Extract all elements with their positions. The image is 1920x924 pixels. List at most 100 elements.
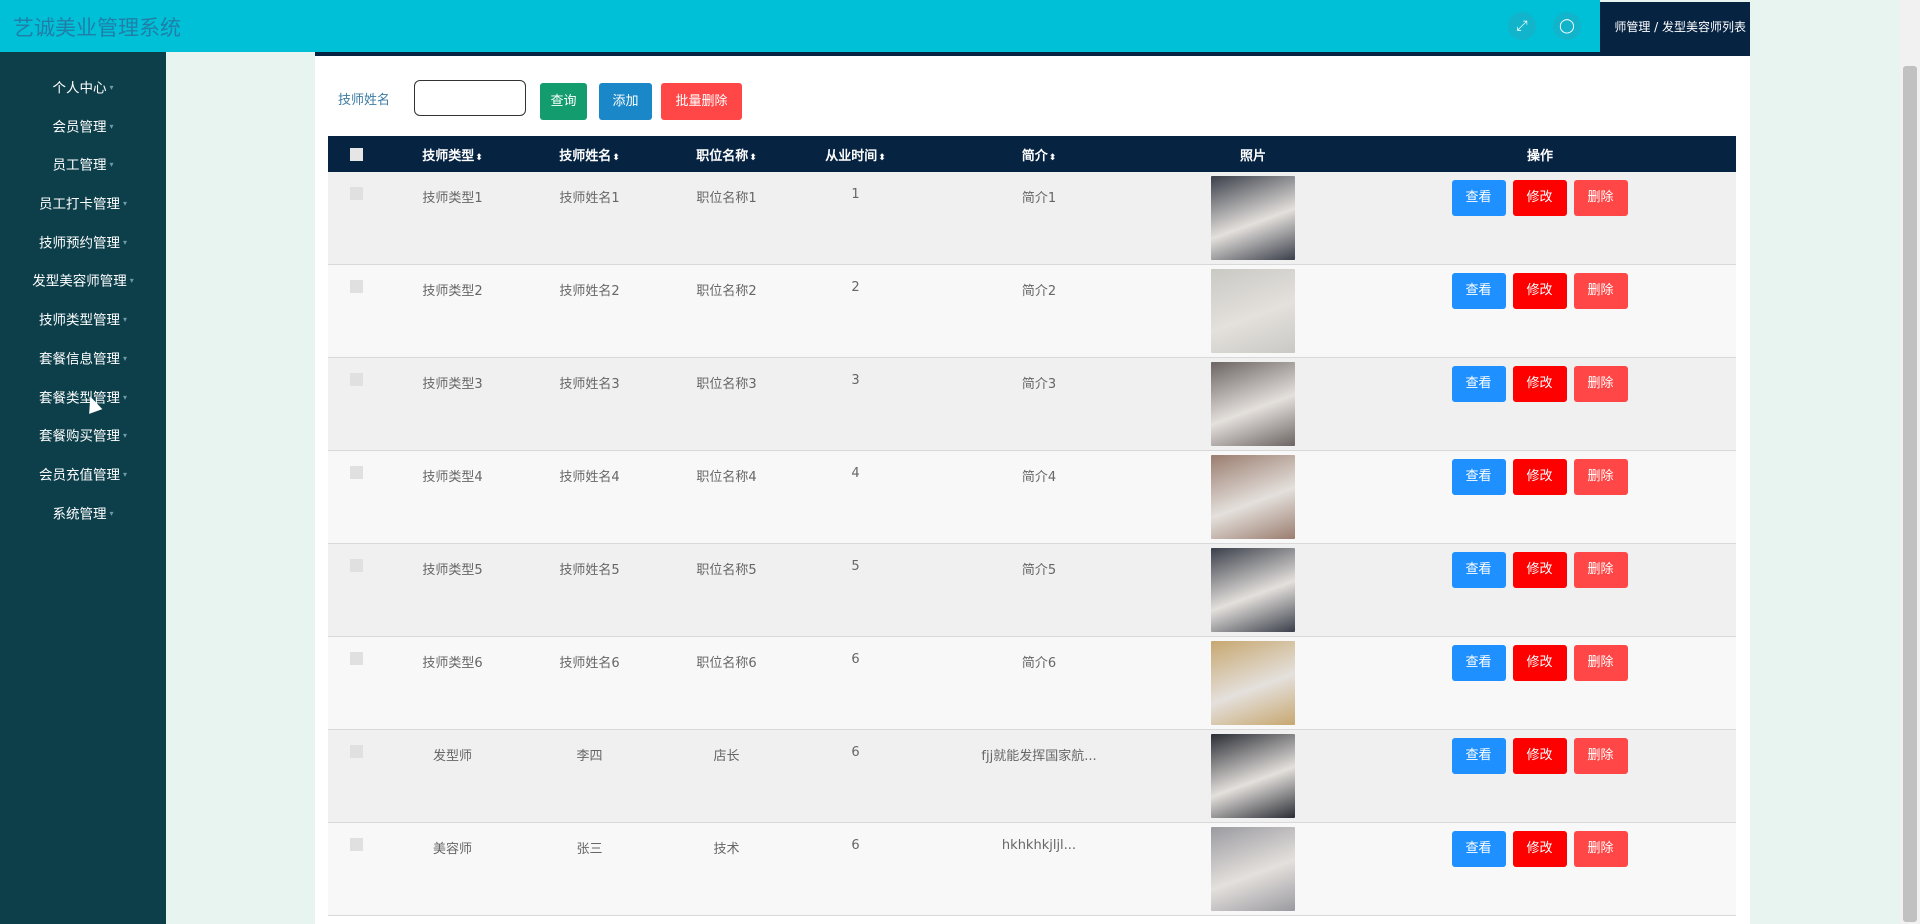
photo-thumbnail[interactable]	[1211, 548, 1295, 632]
cell-years: 3	[795, 357, 916, 451]
cell-photo	[1162, 822, 1344, 916]
view-button[interactable]: 查看	[1451, 180, 1506, 216]
photo-thumbnail[interactable]	[1211, 269, 1295, 353]
sidebar-item[interactable]: 会员充值管理 ▾	[0, 456, 166, 495]
cell-position: 技术	[658, 822, 795, 916]
cell-actions: 查看 修改 删除	[1344, 636, 1736, 730]
row-checkbox[interactable]	[349, 559, 363, 572]
sort-icon[interactable]: ⬍	[1049, 153, 1057, 163]
user-icon[interactable]: ◯	[1553, 12, 1581, 40]
sort-icon[interactable]: ⬍	[475, 153, 483, 163]
scrollbar-thumb[interactable]	[1903, 66, 1917, 922]
photo-thumbnail[interactable]	[1211, 455, 1295, 539]
sort-icon[interactable]: ⬍	[878, 153, 886, 163]
edit-button[interactable]: 修改	[1512, 459, 1567, 495]
edit-button[interactable]: 修改	[1512, 645, 1567, 681]
cell-position: 职位名称3	[658, 357, 795, 451]
edit-button[interactable]: 修改	[1512, 273, 1567, 309]
row-checkbox[interactable]	[349, 745, 363, 758]
column-header[interactable]: 从业时间⬍	[795, 136, 916, 172]
delete-button[interactable]: 删除	[1573, 366, 1628, 402]
view-button[interactable]: 查看	[1451, 831, 1506, 867]
sidebar-item[interactable]: 会员管理 ▾	[0, 108, 166, 147]
cell-photo	[1162, 636, 1344, 730]
view-button[interactable]: 查看	[1451, 645, 1506, 681]
cell-photo	[1162, 172, 1344, 265]
cell-name: 技师姓名3	[521, 357, 658, 451]
sidebar-item[interactable]: 员工管理 ▾	[0, 146, 166, 185]
sidebar-item[interactable]: 个人中心 ▾	[0, 69, 166, 108]
sidebar-item[interactable]: 套餐信息管理 ▾	[0, 340, 166, 379]
column-header[interactable]: 技师姓名⬍	[521, 136, 658, 172]
column-header[interactable]: 简介⬍	[916, 136, 1162, 172]
edit-button[interactable]: 修改	[1512, 831, 1567, 867]
row-checkbox[interactable]	[349, 466, 363, 479]
edit-button[interactable]: 修改	[1512, 180, 1567, 216]
row-select-cell	[328, 172, 384, 265]
view-button[interactable]: 查看	[1451, 738, 1506, 774]
cell-text: 技师类型3	[422, 377, 483, 392]
column-header[interactable]: 技师类型⬍	[384, 136, 521, 172]
cell-text: fjj就能发挥国家航...	[981, 749, 1097, 764]
table-row: 技师类型6 技师姓名6 职位名称6 6 简介6 查看 修改 删除	[328, 636, 1736, 730]
cell-text: 4	[851, 466, 860, 481]
edit-button[interactable]: 修改	[1512, 366, 1567, 402]
add-button[interactable]: 添加	[599, 83, 652, 120]
sidebar-item[interactable]: 技师预约管理 ▾	[0, 224, 166, 263]
column-header[interactable]: 职位名称⬍	[658, 136, 795, 172]
cell-text: 5	[851, 559, 860, 574]
photo-thumbnail[interactable]	[1211, 176, 1295, 260]
select-all-checkbox[interactable]	[349, 147, 363, 161]
caret-down-icon: ▾	[122, 392, 127, 402]
column-header-label: 技师姓名	[559, 148, 612, 164]
panel-divider	[315, 52, 1750, 56]
sidebar-item[interactable]: 系统管理 ▾	[0, 495, 166, 534]
sidebar-item-label: 套餐购买管理	[38, 428, 120, 445]
photo-thumbnail[interactable]	[1211, 827, 1295, 911]
view-button[interactable]: 查看	[1451, 366, 1506, 402]
delete-button[interactable]: 删除	[1573, 552, 1628, 588]
cell-type: 发型师	[384, 729, 521, 823]
technician-name-input[interactable]	[414, 80, 526, 116]
row-checkbox[interactable]	[349, 838, 363, 851]
cell-actions: 查看 修改 删除	[1344, 729, 1736, 823]
delete-button[interactable]: 删除	[1573, 645, 1628, 681]
view-button[interactable]: 查看	[1451, 273, 1506, 309]
app-title: 艺诚美业管理系统	[13, 16, 181, 40]
delete-button[interactable]: 删除	[1573, 831, 1628, 867]
scrollbar[interactable]	[1900, 0, 1920, 924]
caret-down-icon: ▾	[129, 276, 134, 286]
view-button[interactable]: 查看	[1451, 552, 1506, 588]
sort-icon[interactable]: ⬍	[749, 153, 757, 163]
sidebar: 个人中心 ▾ 会员管理 ▾ 员工管理 ▾ 员工打卡管理 ▾ 技师预约管理 ▾ 发型美容师管理 ▾ 技师类…	[0, 52, 166, 924]
row-checkbox[interactable]	[349, 373, 363, 386]
cell-text: 技师姓名4	[559, 470, 620, 485]
view-button[interactable]: 查看	[1451, 459, 1506, 495]
row-checkbox[interactable]	[349, 652, 363, 665]
row-select-cell	[328, 264, 384, 358]
sidebar-item[interactable]: 套餐购买管理 ▾	[0, 417, 166, 456]
caret-down-icon: ▾	[109, 160, 114, 170]
delete-button[interactable]: 删除	[1573, 459, 1628, 495]
photo-thumbnail[interactable]	[1211, 734, 1295, 818]
query-button[interactable]: 查询	[540, 83, 587, 120]
column-header-label: 技师类型	[422, 148, 475, 164]
photo-thumbnail[interactable]	[1211, 362, 1295, 446]
sidebar-item[interactable]: 发型美容师管理 ▾	[0, 262, 166, 301]
delete-button[interactable]: 删除	[1573, 273, 1628, 309]
row-checkbox[interactable]	[349, 187, 363, 200]
delete-button[interactable]: 删除	[1573, 738, 1628, 774]
caret-down-icon: ▾	[122, 315, 127, 325]
sidebar-item[interactable]: 员工打卡管理 ▾	[0, 185, 166, 224]
cell-text: 简介3	[1021, 377, 1057, 392]
delete-button[interactable]: 删除	[1573, 180, 1628, 216]
expand-icon[interactable]: ⤢	[1508, 12, 1536, 40]
row-checkbox[interactable]	[349, 280, 363, 293]
photo-thumbnail[interactable]	[1211, 641, 1295, 725]
sort-icon[interactable]: ⬍	[612, 153, 620, 163]
edit-button[interactable]: 修改	[1512, 552, 1567, 588]
caret-down-icon: ▾	[122, 431, 127, 441]
edit-button[interactable]: 修改	[1512, 738, 1567, 774]
batch-delete-button[interactable]: 批量删除	[661, 83, 742, 120]
sidebar-item[interactable]: 技师类型管理 ▾	[0, 301, 166, 340]
